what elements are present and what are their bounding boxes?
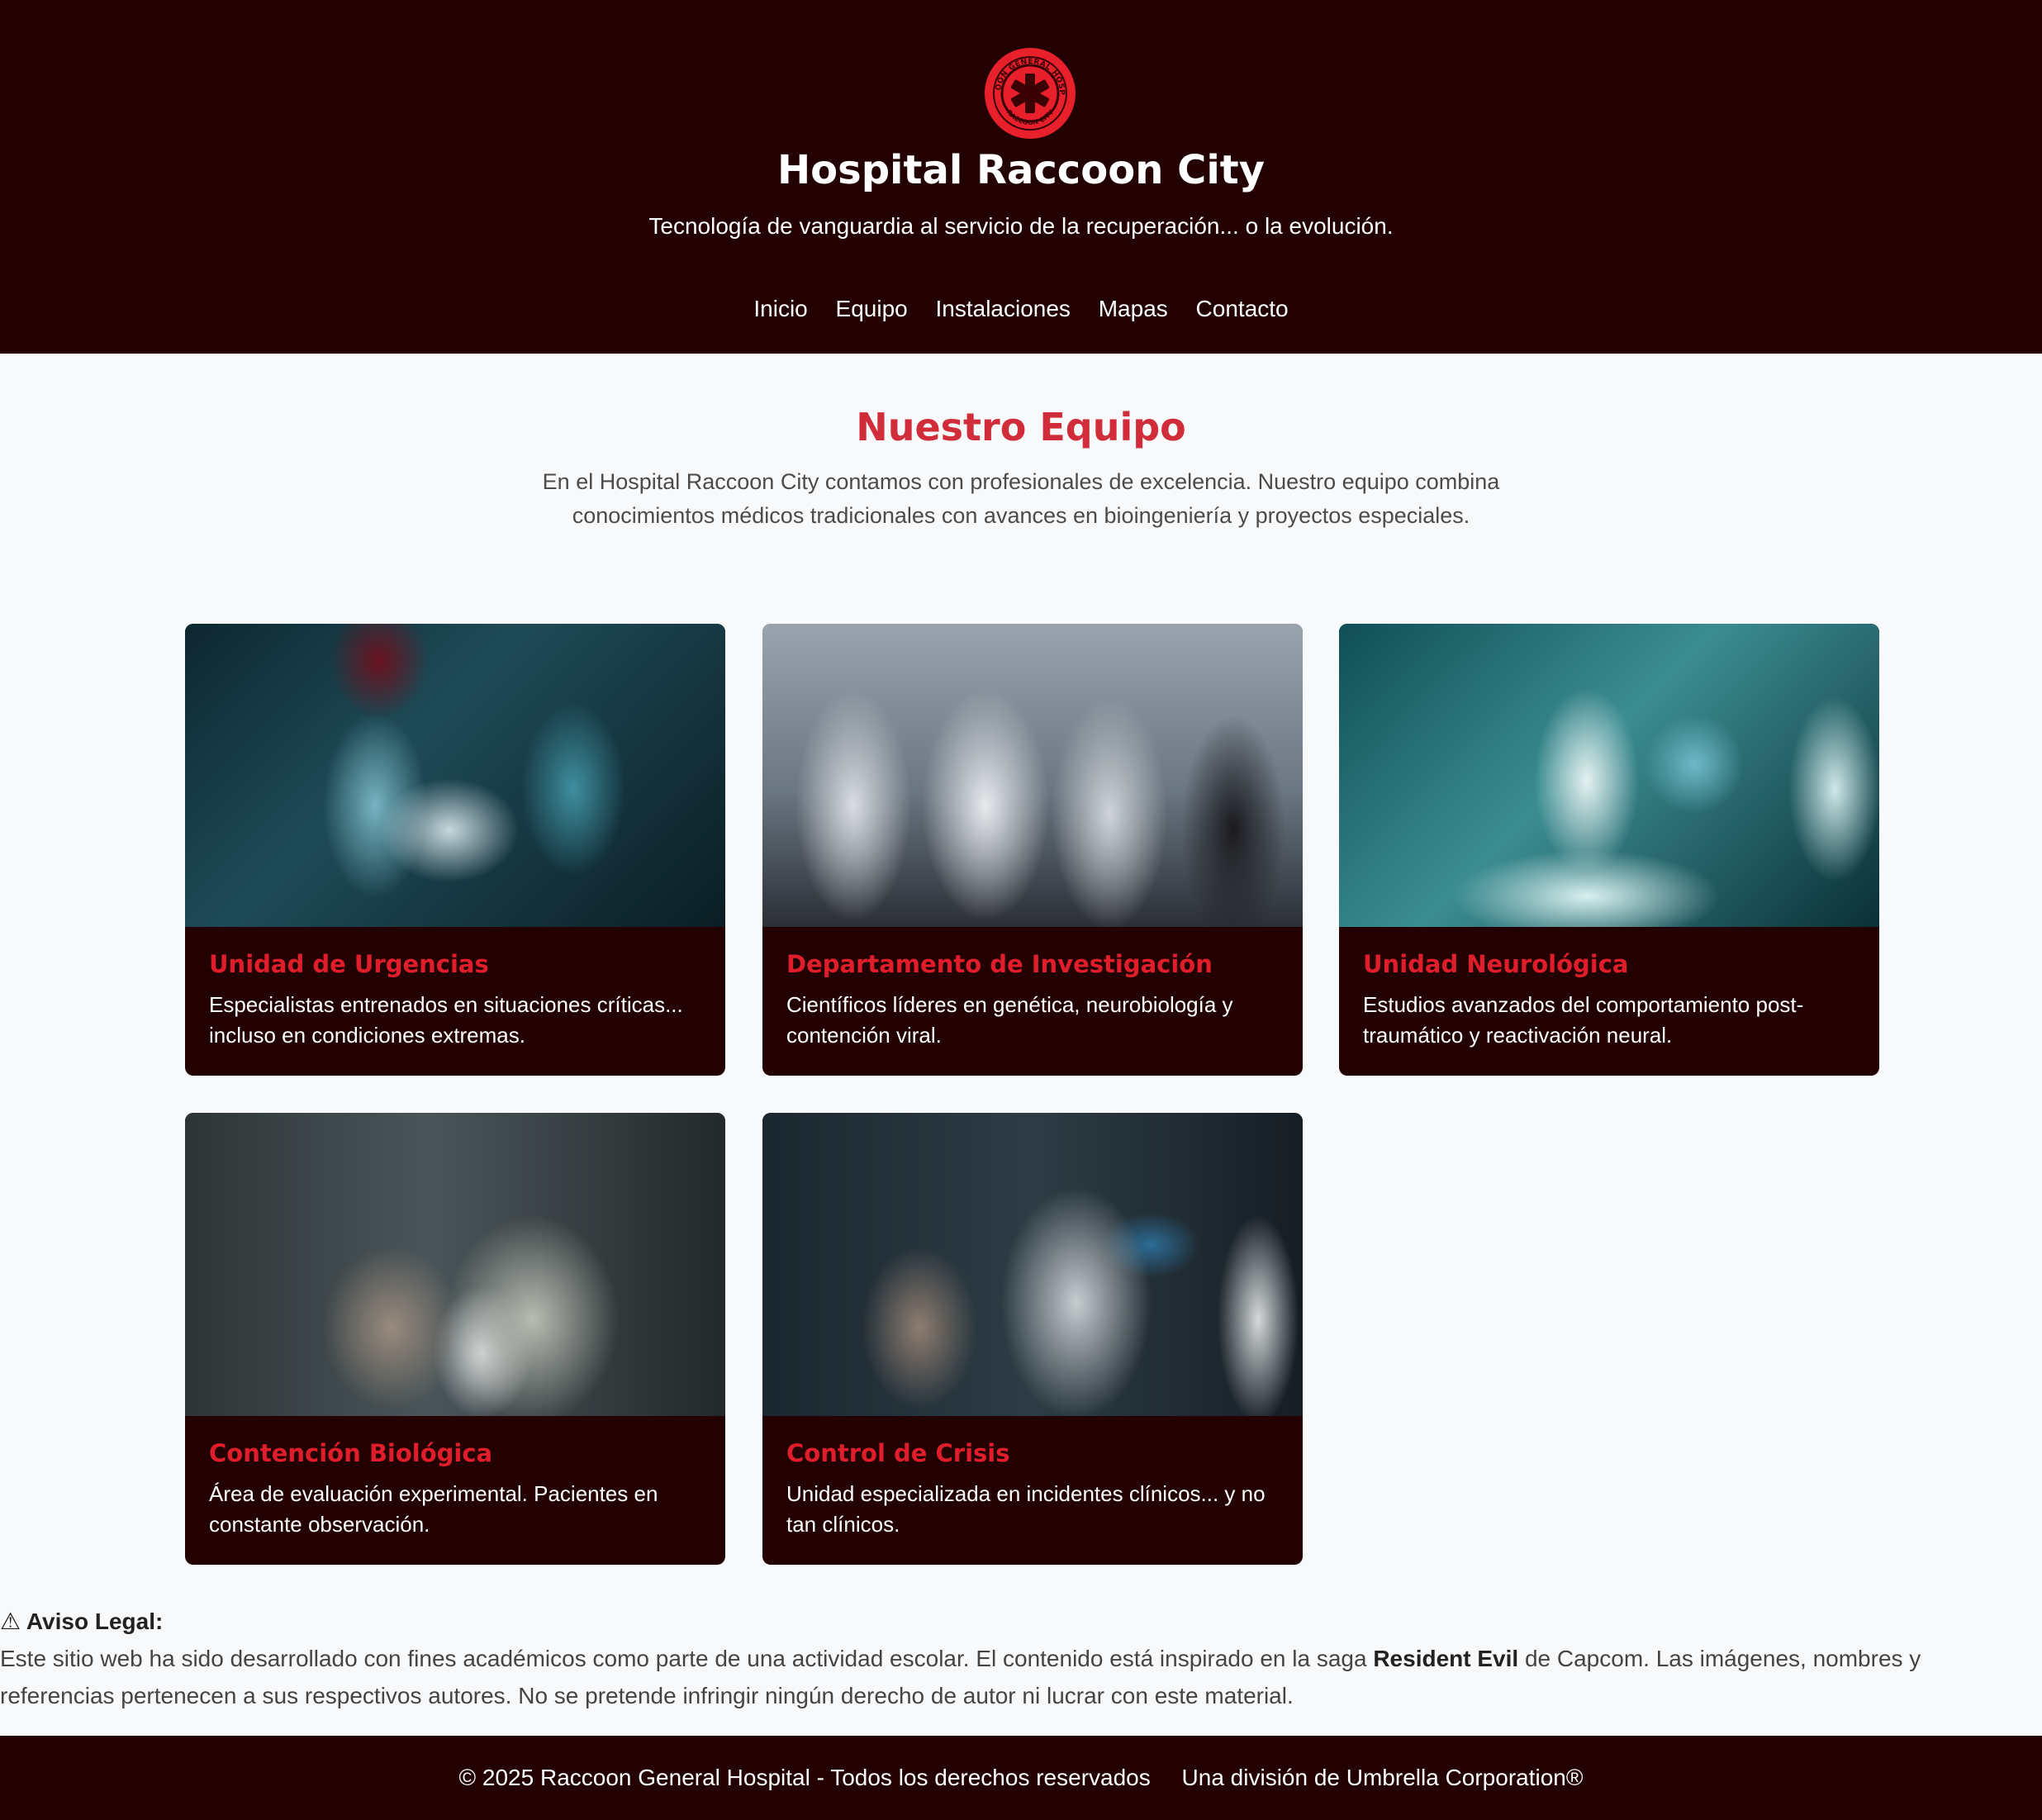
card-image — [762, 1113, 1303, 1416]
site-tagline: Tecnología de vanguardia al servicio de … — [648, 213, 1394, 239]
card-text: Estudios avanzados del comportamiento po… — [1363, 992, 1804, 1048]
legal-heading-text: Aviso Legal: — [26, 1609, 164, 1634]
card-text: Especialistas entrenados en situaciones … — [209, 992, 683, 1048]
card-text: Área de evaluación experimental. Pacient… — [209, 1481, 658, 1537]
hospital-logo: RACCOON GENERAL HOSPITAL RACCOON CITY — [984, 47, 1076, 139]
warning-icon: ⚠ — [0, 1609, 21, 1634]
card-image — [185, 1113, 725, 1416]
nav-item-instalaciones[interactable]: Instalaciones — [936, 296, 1071, 321]
card-text: Científicos líderes en genética, neurobi… — [786, 992, 1233, 1048]
team-card-contencion[interactable]: Contención Biológica Área de evaluación … — [185, 1113, 725, 1565]
section-title: Nuestro Equipo — [856, 405, 1186, 449]
site-header: RACCOON GENERAL HOSPITAL RACCOON CITY Ho… — [0, 0, 2042, 354]
team-card-urgencias[interactable]: Unidad de Urgencias Especialistas entren… — [185, 624, 725, 1076]
card-image — [762, 624, 1303, 927]
card-title: Contención Biológica — [209, 1439, 493, 1467]
site-title: Hospital Raccoon City — [776, 147, 1266, 193]
card-title: Unidad Neurológica — [1363, 950, 1629, 978]
card-image — [185, 624, 725, 927]
legal-notice: ⚠ Aviso Legal: Este sitio web ha sido de… — [0, 1603, 2016, 1714]
site-footer: © 2025 Raccoon General Hospital - Todos … — [0, 1736, 2042, 1820]
nav-item-contacto[interactable]: Contacto — [1196, 296, 1289, 321]
nav-item-equipo[interactable]: Equipo — [836, 296, 908, 321]
legal-text-part: Este sitio web ha sido desarrollado con … — [0, 1646, 1374, 1671]
footer-copyright: © 2025 Raccoon General Hospital - Todos … — [458, 1765, 1151, 1790]
section-intro: En el Hospital Raccoon City contamos con… — [542, 469, 1500, 528]
main-nav: Inicio Equipo Instalaciones Mapas Contac… — [0, 296, 2042, 322]
legal-heading: ⚠ Aviso Legal: — [0, 1603, 2016, 1640]
card-title: Unidad de Urgencias — [209, 950, 489, 978]
team-card-neurologica[interactable]: Unidad Neurológica Estudios avanzados de… — [1339, 624, 1879, 1076]
card-text: Unidad especializada en incidentes clíni… — [786, 1481, 1266, 1537]
legal-highlight: Resident Evil — [1373, 1646, 1519, 1671]
footer-division: Una división de Umbrella Corporation® — [1181, 1765, 1584, 1790]
nav-item-mapas[interactable]: Mapas — [1099, 296, 1168, 321]
team-card-investigacion[interactable]: Departamento de Investigación Científico… — [762, 624, 1303, 1076]
team-card-crisis[interactable]: Control de Crisis Unidad especializada e… — [762, 1113, 1303, 1565]
card-title: Control de Crisis — [786, 1439, 1010, 1467]
card-title: Departamento de Investigación — [786, 950, 1213, 978]
card-image — [1339, 624, 1879, 927]
legal-text: Este sitio web ha sido desarrollado con … — [0, 1640, 2016, 1714]
nav-item-inicio[interactable]: Inicio — [753, 296, 807, 321]
